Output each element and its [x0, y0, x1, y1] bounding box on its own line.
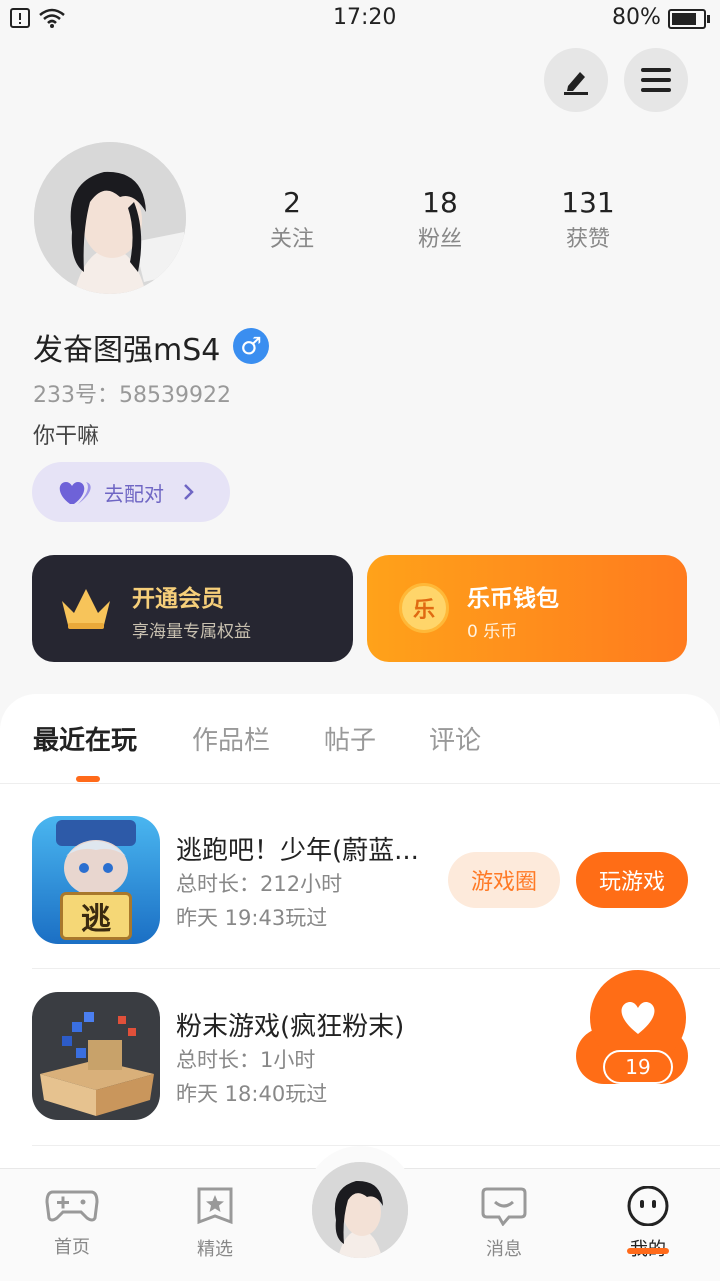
- tab-comments[interactable]: 评论: [429, 720, 481, 757]
- nav-mine[interactable]: 我的: [593, 1185, 703, 1261]
- stat-value: 131: [561, 186, 615, 219]
- stat-label: 获赞: [565, 227, 610, 252]
- wallet-title: 乐币钱包: [467, 586, 559, 612]
- game-last-played: 昨天 18:40玩过: [176, 1082, 328, 1106]
- game-icon: 逃: [32, 816, 160, 944]
- nav-avatar[interactable]: [312, 1162, 408, 1258]
- menu-icon: [641, 68, 671, 92]
- wallet-card[interactable]: 乐 乐币钱包 0 乐币: [367, 555, 687, 662]
- chevron-right-icon: [184, 484, 194, 500]
- user-id: 233号：58539922: [33, 383, 231, 408]
- nav-messages[interactable]: 消息: [449, 1186, 559, 1261]
- chat-bubble-icon: [481, 1187, 527, 1227]
- game-icon-text: 逃: [60, 892, 132, 940]
- game-icon: [32, 992, 160, 1120]
- nav-home[interactable]: 首页: [17, 1186, 127, 1259]
- tab-posts[interactable]: 帖子: [324, 720, 376, 757]
- list-item[interactable]: 逃 逃跑吧！少年(蔚蓝... 总时长：212小时 昨天 19:43玩过 游戏圈 …: [0, 800, 720, 960]
- stat-value: 2: [283, 186, 301, 219]
- tab-indicator: [76, 776, 100, 782]
- game-duration: 总时长：1小时: [176, 1048, 316, 1072]
- battery-icon: [668, 9, 710, 29]
- nav-featured[interactable]: 精选: [160, 1186, 270, 1261]
- gender-male-icon: ♂: [233, 328, 269, 364]
- user-bio: 你干嘛: [33, 424, 100, 449]
- wifi-icon: [39, 8, 65, 28]
- tabs-divider: [0, 783, 720, 784]
- like-count-badge: 19: [603, 1050, 673, 1084]
- battery-percent: 80%: [612, 5, 661, 30]
- nav-label: 首页: [54, 1237, 90, 1258]
- user-name: 发奋图强mS4: [33, 333, 221, 368]
- star-bookmark-icon: [197, 1187, 233, 1225]
- edit-profile-button[interactable]: [544, 48, 608, 112]
- stat-likes[interactable]: 131 获赞: [528, 186, 648, 253]
- stat-label: 关注: [269, 227, 314, 252]
- notification-icon: [10, 8, 30, 28]
- game-artwork: [40, 1012, 154, 1116]
- heart-pair-icon: [59, 482, 91, 504]
- heart-icon: [621, 1001, 655, 1034]
- crown-icon: [62, 589, 110, 629]
- vip-card[interactable]: 开通会员 享海量专属权益: [32, 555, 353, 662]
- active-indicator: [627, 1248, 669, 1254]
- game-title: 逃跑吧！少年(蔚蓝...: [176, 836, 419, 866]
- match-label: 去配对: [104, 481, 164, 506]
- list-divider: [32, 1145, 720, 1146]
- game-duration: 总时长：212小时: [176, 872, 343, 896]
- play-game-button[interactable]: 玩游戏: [576, 852, 688, 908]
- nav-label: 精选: [197, 1239, 233, 1260]
- vip-title: 开通会员: [132, 586, 224, 612]
- game-title: 粉末游戏(疯狂粉末): [176, 1012, 405, 1042]
- game-last-played: 昨天 19:43玩过: [176, 906, 328, 930]
- stat-value: 18: [422, 186, 458, 219]
- nav-label: 消息: [486, 1239, 522, 1260]
- stat-label: 粉丝: [417, 227, 462, 252]
- edit-icon: [564, 72, 588, 95]
- coin-icon: 乐: [399, 583, 449, 633]
- game-circle-button[interactable]: 游戏圈: [448, 852, 560, 908]
- status-bar: 17:20 80%: [0, 0, 720, 36]
- tab-recently-played[interactable]: 最近在玩: [33, 720, 137, 757]
- menu-button[interactable]: [624, 48, 688, 112]
- smiley-face-icon: [627, 1185, 669, 1227]
- stat-following[interactable]: 2 关注: [232, 186, 352, 253]
- tab-works[interactable]: 作品栏: [192, 720, 270, 757]
- list-divider: [32, 968, 720, 969]
- vip-subtitle: 享海量专属权益: [132, 622, 251, 642]
- avatar-image: [34, 142, 186, 294]
- clock: 17:20: [333, 5, 397, 30]
- avatar-image: [312, 1162, 408, 1258]
- stat-followers[interactable]: 18 粉丝: [380, 186, 500, 253]
- match-button[interactable]: 去配对: [32, 462, 230, 522]
- gamepad-icon: [45, 1190, 99, 1222]
- wallet-balance: 0 乐币: [467, 622, 518, 642]
- profile-avatar[interactable]: [34, 142, 186, 294]
